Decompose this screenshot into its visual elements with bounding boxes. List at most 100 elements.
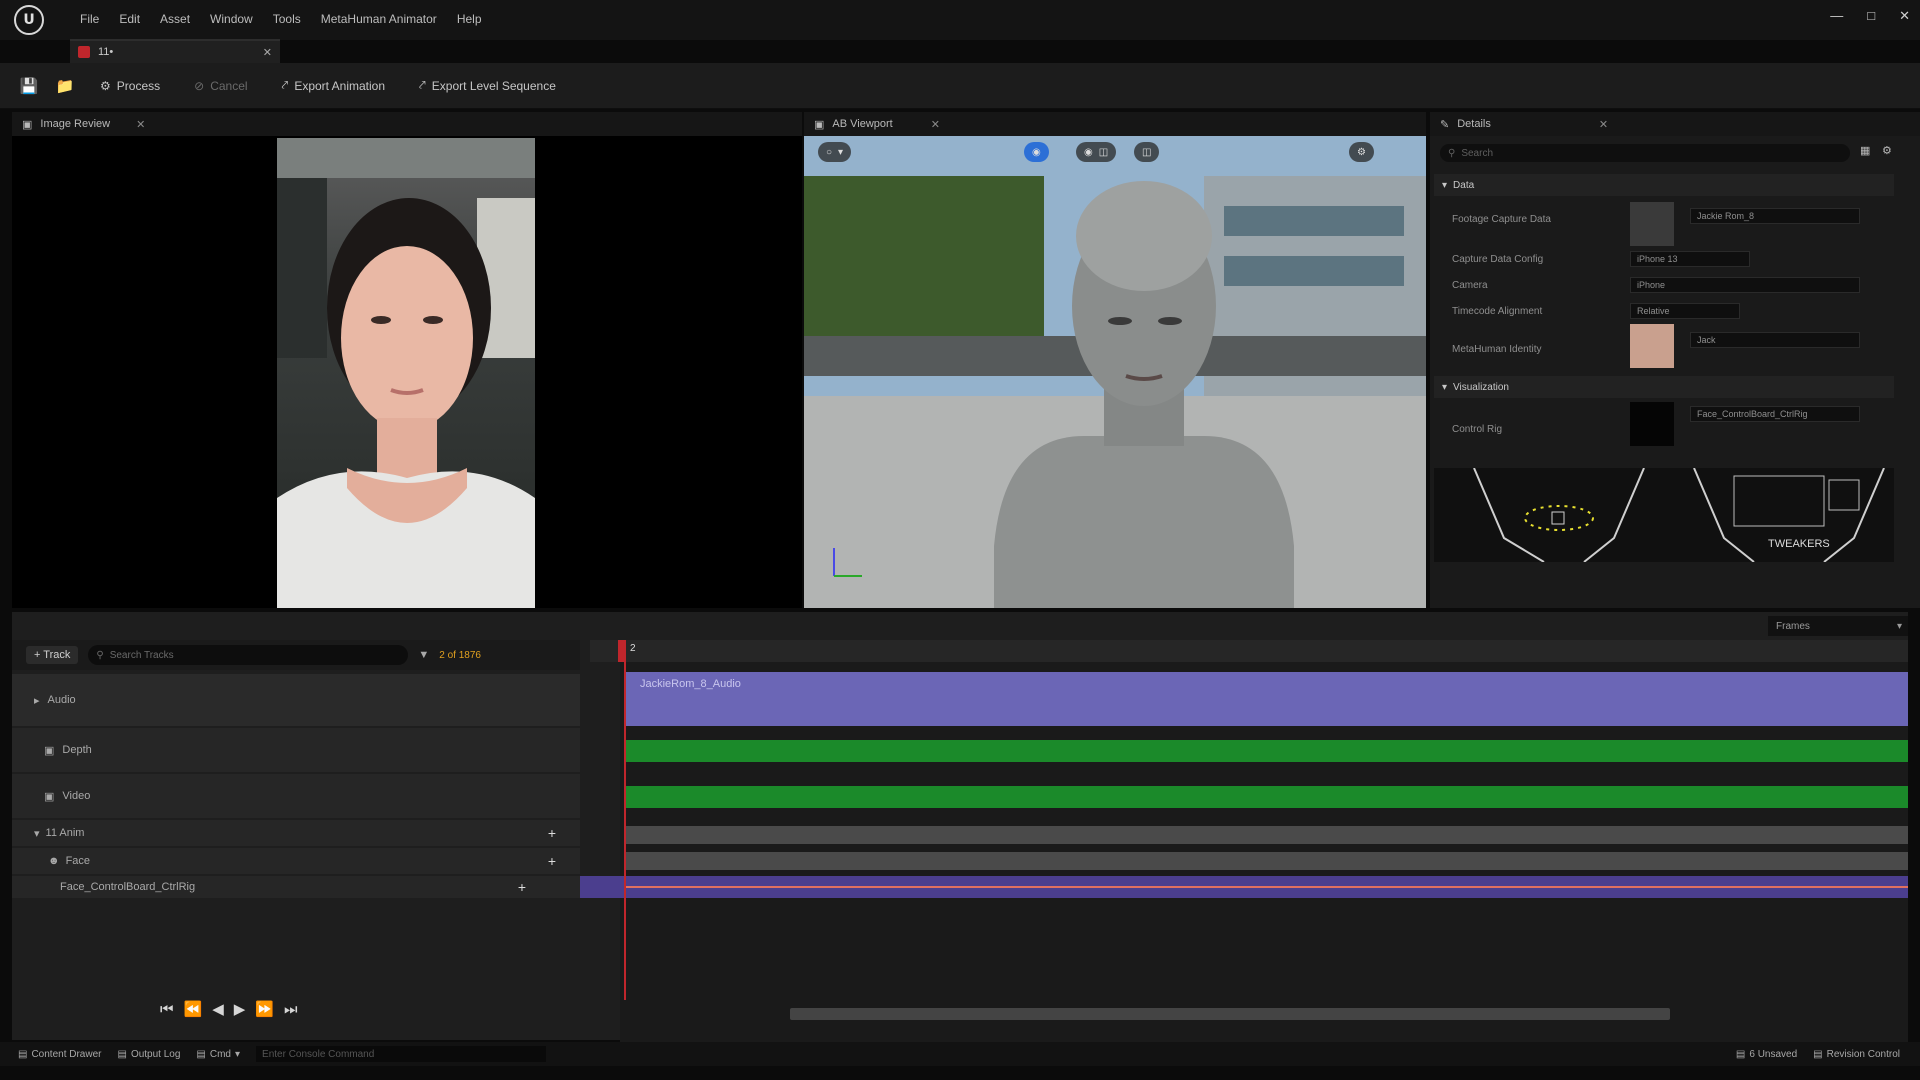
anim-lane[interactable]	[624, 826, 1908, 844]
track-row-anim[interactable]: ▾ 11 Anim +	[12, 820, 580, 846]
viewport-tab[interactable]: AB Viewport	[832, 118, 892, 130]
viewport-settings[interactable]: ⚙	[1349, 142, 1374, 162]
capture-data-config-field[interactable]: iPhone 13	[1630, 251, 1750, 267]
track-row-face[interactable]: ☻ Face +	[12, 848, 580, 874]
chevron-down-icon: ▾	[1442, 381, 1448, 393]
split-view-icon: ◫	[1098, 146, 1109, 158]
details-header: ✎ Details ✕	[1430, 112, 1920, 136]
track-row-video[interactable]: ▣ Video	[12, 774, 580, 818]
menu-metahuman-animator[interactable]: MetaHuman Animator	[311, 10, 447, 28]
data-section[interactable]: ▾ Data	[1434, 174, 1894, 196]
content-drawer-button[interactable]: ▤ Content Drawer	[18, 1049, 101, 1060]
revision-icon: ▤	[1813, 1048, 1823, 1060]
image-review-close-icon[interactable]: ✕	[136, 118, 145, 131]
export-sequence-icon: ⤤	[419, 78, 426, 92]
details-icon: ✎	[1440, 118, 1450, 131]
metahuman-identity-select[interactable]: Jack	[1690, 332, 1860, 348]
jump-end-icon[interactable]: ⏭	[284, 1001, 298, 1018]
console-input[interactable]: Enter Console Command	[256, 1046, 547, 1062]
track-search-input[interactable]: ⚲ Search Tracks	[88, 645, 409, 665]
grid-view-icon[interactable]: ▦	[1860, 144, 1870, 157]
tab-close-icon[interactable]: ✕	[263, 46, 272, 59]
viewport-camera-control[interactable]: ○ ▾	[818, 142, 852, 162]
footage-capture-data-select[interactable]: Jackie Rom_8	[1690, 208, 1860, 224]
toolbar: 💾 📁 ⚙ Process ⊘ Cancel ⤤ Export Animatio…	[0, 63, 1920, 109]
track-name-video: Video	[62, 790, 91, 802]
footage-thumbnail	[1630, 202, 1674, 246]
chevron-down-icon: ▾	[34, 827, 40, 840]
capture-data-config-row: Capture Data Config iPhone 13	[1430, 246, 1900, 272]
unsaved-button[interactable]: ▤ 6 Unsaved	[1736, 1049, 1797, 1060]
timecode-alignment-select[interactable]: Relative	[1630, 303, 1740, 319]
output-log-label: Output Log	[130, 1048, 181, 1060]
menu-bar: File Edit Asset Window Tools MetaHuman A…	[70, 10, 492, 28]
cancel-button[interactable]: ⊘ Cancel	[184, 75, 257, 97]
browse-icon[interactable]: 📁	[54, 75, 76, 97]
face-lane[interactable]	[624, 852, 1908, 870]
control-board-preview: TWEAKERS	[1434, 468, 1894, 562]
export-level-sequence-button[interactable]: ⤤ Export Level Sequence	[409, 74, 566, 97]
export-animation-button[interactable]: ⤤ Export Animation	[272, 74, 395, 97]
visualization-section[interactable]: ▾ Visualization	[1434, 376, 1894, 398]
viewport-a-toggle[interactable]: ◉	[1024, 142, 1049, 162]
details-search-input[interactable]: ⚲ Search	[1440, 144, 1850, 162]
track-name-depth: Depth	[62, 744, 92, 756]
video-clip[interactable]	[624, 786, 1908, 808]
frames-select[interactable]: Frames ▾	[1768, 616, 1908, 636]
menu-tools[interactable]: Tools	[263, 10, 311, 28]
track-row-depth[interactable]: ▣ Depth	[12, 728, 580, 772]
minimize-icon[interactable]: —	[1830, 8, 1843, 24]
menu-help[interactable]: Help	[447, 10, 492, 28]
timeline-scrollbar[interactable]	[790, 1008, 1670, 1020]
prev-key-icon[interactable]: ⏪	[184, 1000, 203, 1018]
save-icon[interactable]: 💾	[18, 75, 40, 97]
menu-file[interactable]: File	[70, 10, 109, 28]
maximize-icon[interactable]: □	[1867, 8, 1875, 24]
play-icon[interactable]: ▶	[234, 1000, 246, 1018]
timeline-ruler[interactable]: 2	[590, 640, 1908, 662]
console-placeholder: Enter Console Command	[262, 1048, 375, 1060]
control-rig-lane[interactable]	[580, 876, 1908, 898]
audio-clip-label: JackieRom_8_Audio	[640, 678, 741, 690]
menu-edit[interactable]: Edit	[109, 10, 150, 28]
video-icon: ▣	[44, 790, 55, 803]
tweakers-label: TWEAKERS	[1768, 538, 1830, 550]
depth-clip[interactable]	[624, 740, 1908, 762]
ab-viewport[interactable]: ○ ▾ ◉ ◉ ◫ ◫ ⚙	[804, 136, 1426, 608]
viewport-b-toggle[interactable]: ◉ ◫	[1076, 142, 1117, 162]
track-row-control-rig[interactable]: Face_ControlBoard_CtrlRig +	[12, 876, 580, 898]
image-review-tab[interactable]: Image Review	[40, 118, 110, 130]
revision-control-button[interactable]: ▤ Revision Control	[1813, 1049, 1900, 1060]
step-back-icon[interactable]: ◀	[212, 1000, 224, 1018]
process-button[interactable]: ⚙ Process	[90, 75, 170, 97]
unreal-logo-icon[interactable]: U	[14, 5, 44, 35]
viewport-close-icon[interactable]: ✕	[931, 118, 940, 131]
track-row-audio[interactable]: ▸ Audio	[12, 674, 580, 726]
menu-window[interactable]: Window	[200, 10, 263, 28]
export-icon: ⤤	[281, 78, 289, 92]
details-tab[interactable]: Details	[1457, 118, 1491, 130]
output-log-button[interactable]: ▤ Output Log	[117, 1049, 180, 1060]
close-icon[interactable]: ✕	[1899, 8, 1910, 24]
details-close-icon[interactable]: ✕	[1599, 118, 1608, 131]
add-icon[interactable]: +	[548, 825, 556, 841]
camera-select[interactable]: iPhone	[1630, 277, 1860, 293]
menu-asset[interactable]: Asset	[150, 10, 200, 28]
add-track-button[interactable]: + Track	[26, 646, 79, 664]
footage-capture-data-value: Jackie Rom_8	[1697, 211, 1755, 221]
viewport-compare-toggle[interactable]: ◫	[1134, 142, 1160, 162]
step-forward-icon[interactable]: ⏩	[255, 1000, 274, 1018]
control-rig-select[interactable]: Face_ControlBoard_CtrlRig	[1690, 406, 1860, 422]
add-icon[interactable]: +	[548, 853, 556, 869]
settings-icon[interactable]: ⚙	[1882, 144, 1892, 157]
jump-start-icon[interactable]: ⏮	[160, 1001, 174, 1018]
terminal-icon: ▤	[196, 1048, 206, 1060]
camera-label: Camera	[1452, 279, 1488, 291]
camera-menu-icon: ▾	[838, 146, 844, 158]
cmd-button[interactable]: ▤ Cmd ▾	[196, 1049, 240, 1060]
audio-clip[interactable]: JackieRom_8_Audio	[624, 672, 1908, 726]
add-icon[interactable]: +	[518, 879, 526, 895]
details-panel: ⚲ Search ▦ ⚙ ▾ Data Footage Capture Data…	[1430, 136, 1920, 608]
asset-tab[interactable]: 11• ✕	[70, 39, 280, 63]
filter-icon[interactable]: ▼	[418, 649, 429, 661]
